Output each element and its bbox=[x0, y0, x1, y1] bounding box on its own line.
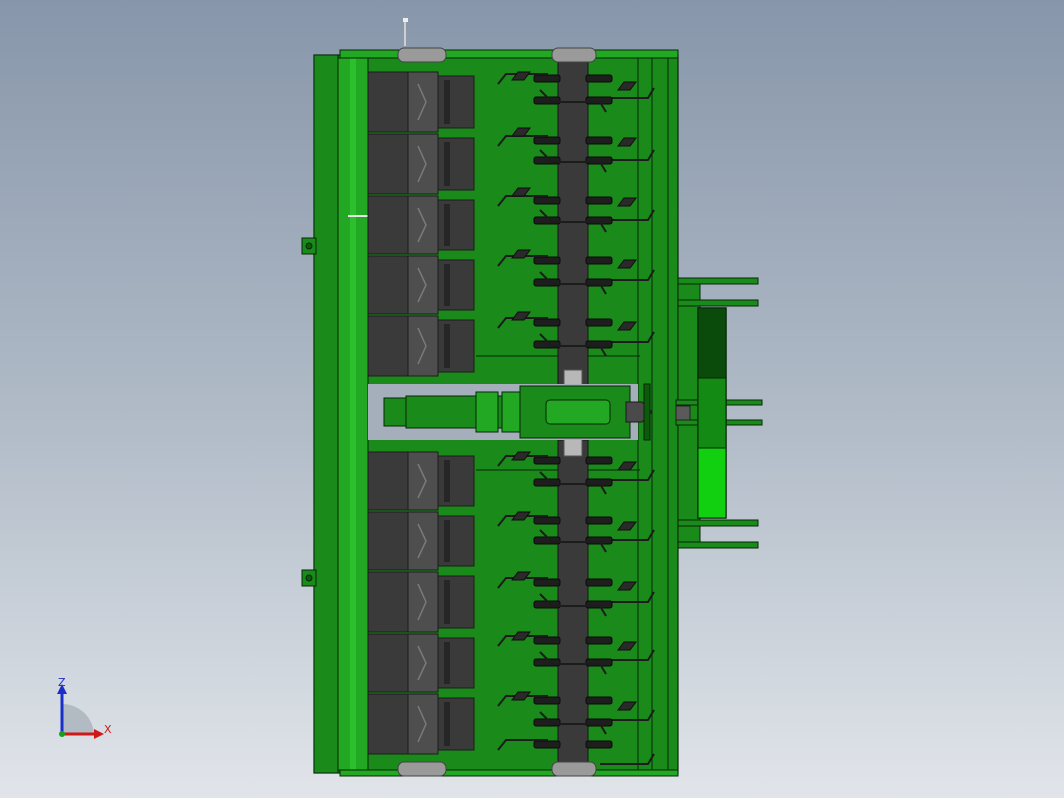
roller-cap-2[interactable] bbox=[437, 137, 475, 191]
blade-flange-left-9 bbox=[533, 318, 561, 327]
rotor-end-hub-1[interactable] bbox=[551, 47, 597, 63]
top-stud-cap bbox=[403, 18, 408, 22]
roller-slot-9 bbox=[444, 642, 450, 684]
roller-cap-8[interactable] bbox=[437, 575, 475, 629]
depth-indicator-segment-bright bbox=[697, 447, 727, 519]
hitch-assembly[interactable] bbox=[675, 277, 763, 549]
gearbox-cover[interactable] bbox=[545, 399, 611, 425]
y-axis-origin bbox=[59, 731, 65, 737]
blade-flange-right-5 bbox=[585, 196, 613, 205]
roller-cap-4[interactable] bbox=[437, 259, 475, 311]
orientation-triad: Z X bbox=[52, 676, 116, 744]
x-axis-label: X bbox=[104, 723, 112, 736]
roller-spacer-1 bbox=[407, 71, 439, 133]
roller-spacer-8 bbox=[407, 571, 439, 633]
x-axis-arrowhead bbox=[94, 729, 104, 739]
blade-flange-right-7 bbox=[585, 256, 613, 265]
blade-flange-left-3 bbox=[533, 136, 561, 145]
roller-cap-3[interactable] bbox=[437, 199, 475, 251]
blade-flange-right-17 bbox=[585, 636, 613, 645]
roller-cap-1[interactable] bbox=[437, 75, 475, 129]
roller-spacer-3 bbox=[407, 195, 439, 255]
roller-cap-6[interactable] bbox=[437, 455, 475, 507]
bottom-edge-bar[interactable] bbox=[339, 769, 679, 777]
left-side-rail[interactable] bbox=[313, 54, 339, 774]
roller-slot-1 bbox=[444, 80, 450, 124]
roller-slot-4 bbox=[444, 264, 450, 306]
side-bracket-bolt-1 bbox=[305, 242, 313, 250]
gearbox-assembly[interactable] bbox=[368, 383, 653, 441]
gearbox-plate bbox=[643, 383, 651, 441]
roller-slot-6 bbox=[444, 460, 450, 502]
gearbox-rib-2 bbox=[501, 391, 521, 433]
blade-flange-left-17 bbox=[533, 636, 561, 645]
roller-cap-10[interactable] bbox=[437, 697, 475, 751]
hitch-arm-2[interactable] bbox=[677, 299, 759, 307]
roller-cap-9[interactable] bbox=[437, 637, 475, 689]
roller-spacer-9 bbox=[407, 633, 439, 693]
roller-slot-5 bbox=[444, 324, 450, 368]
depth-indicator-segment-mid bbox=[697, 377, 727, 449]
blade-flange-left-7 bbox=[533, 256, 561, 265]
blade-flange-right-3 bbox=[585, 136, 613, 145]
roller-spacer-7 bbox=[407, 511, 439, 571]
roller-end-hub-2[interactable] bbox=[397, 761, 447, 777]
cad-viewport[interactable]: Z X bbox=[0, 0, 1064, 798]
blade-flange-left-1 bbox=[533, 74, 561, 83]
roller-slot-7 bbox=[444, 520, 450, 562]
blade-flange-left-5 bbox=[533, 196, 561, 205]
hitch-arm-1[interactable] bbox=[677, 277, 759, 285]
roller-slot-8 bbox=[444, 580, 450, 624]
roller-cap-5[interactable] bbox=[437, 319, 475, 373]
roller-slot-2 bbox=[444, 142, 450, 186]
triad-plane-quadrant bbox=[62, 703, 94, 734]
hitch-arm-4[interactable] bbox=[677, 541, 759, 549]
blade-flange-right-13 bbox=[585, 516, 613, 525]
side-bracket-bolt-2 bbox=[305, 574, 313, 582]
roller-slot-3 bbox=[444, 204, 450, 246]
blade-flange-left-11 bbox=[533, 456, 561, 465]
blade-flange-right-19 bbox=[585, 696, 613, 705]
roller-spacer-6 bbox=[407, 451, 439, 511]
blade-flange-left-13 bbox=[533, 516, 561, 525]
roller-spacer-5 bbox=[407, 315, 439, 377]
roller-spacer-2 bbox=[407, 133, 439, 195]
top-edge-bar[interactable] bbox=[339, 49, 679, 59]
roller-spacer-4 bbox=[407, 255, 439, 315]
rotary-tiller-model[interactable] bbox=[0, 0, 1064, 798]
blade-flange-right-15 bbox=[585, 578, 613, 587]
roller-slot-10 bbox=[444, 702, 450, 746]
blade-flange-right-1 bbox=[585, 74, 613, 83]
rail-highlight bbox=[350, 58, 356, 770]
roller-end-hub-1[interactable] bbox=[397, 47, 447, 63]
blade-flange-right-9 bbox=[585, 318, 613, 327]
z-axis-label: Z bbox=[58, 676, 66, 689]
depth-indicator-segment-dark bbox=[697, 307, 727, 379]
blade-flange-left-19 bbox=[533, 696, 561, 705]
blade-flange-right-21 bbox=[585, 740, 613, 749]
hitch-arm-3[interactable] bbox=[677, 519, 759, 527]
blade-flange-left-15 bbox=[533, 578, 561, 587]
pto-spline bbox=[675, 405, 691, 421]
blade-flange-right-11 bbox=[585, 456, 613, 465]
blade-flange-left-21 bbox=[533, 740, 561, 749]
gearbox-rib-1 bbox=[475, 391, 499, 433]
roller-cap-7[interactable] bbox=[437, 515, 475, 567]
rotor-end-hub-2[interactable] bbox=[551, 761, 597, 777]
roller-spacer-10 bbox=[407, 693, 439, 755]
